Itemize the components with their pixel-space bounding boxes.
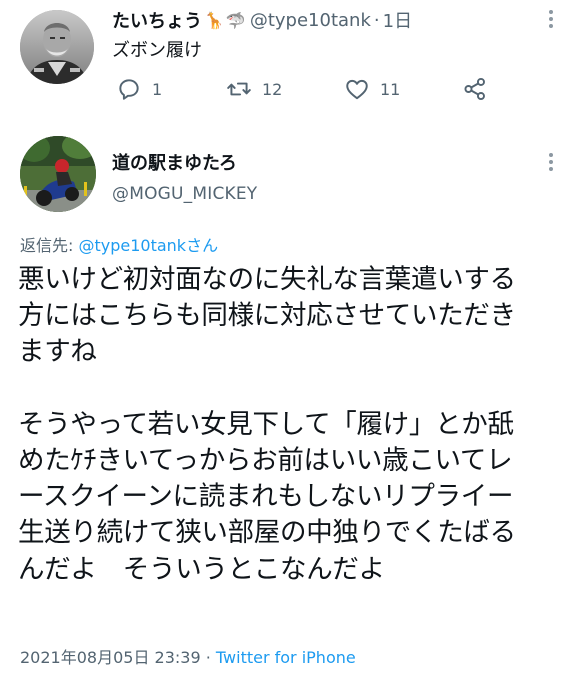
reply-icon bbox=[119, 79, 139, 100]
share-button[interactable] bbox=[462, 74, 488, 104]
tweet-source-link[interactable]: Twitter for iPhone bbox=[216, 648, 356, 667]
retweet-count: 12 bbox=[262, 79, 283, 99]
tweet-text: 悪いけど初対面なのに失礼な言葉遣いする 方にはこちらも同様に対応させていただき … bbox=[18, 262, 562, 588]
more-icon[interactable] bbox=[546, 6, 556, 32]
motorcycle-photo bbox=[20, 136, 96, 212]
like-button[interactable]: 11 bbox=[344, 74, 400, 104]
tweet-text-line: ースクイーンに読まれもしないリプライー bbox=[18, 481, 514, 513]
shark-emoji: 🦈 bbox=[225, 10, 246, 30]
retweet-icon bbox=[227, 82, 251, 96]
portrait-image bbox=[20, 10, 94, 84]
tweet-text-line bbox=[18, 371, 562, 407]
reply-button[interactable]: 1 bbox=[116, 74, 162, 104]
author-handle[interactable]: @MOGU_MICKEY bbox=[112, 184, 257, 204]
header-separator: · bbox=[373, 9, 380, 31]
replying-to: 返信先: @type10tankさん bbox=[20, 232, 218, 256]
share-icon bbox=[464, 77, 485, 101]
action-bar: 1 12 11 bbox=[112, 74, 532, 104]
tweet-text-line: そうやって若い女見下して「履け」とか舐 bbox=[18, 408, 514, 440]
author-display-name[interactable]: 道の駅まゆたろ bbox=[112, 149, 237, 175]
tweet-text-line: ますね bbox=[18, 336, 97, 368]
replying-handle-link[interactable]: @type10tankさん bbox=[78, 236, 218, 255]
parent-tweet[interactable]: たいちょう 🦒 🦈 @type10tank · 1日 ズボン履け 1 12 11 bbox=[0, 0, 580, 120]
parent-timestamp[interactable]: 1日 bbox=[383, 7, 412, 33]
tweet-text-line: 悪いけど初対面なのに失礼な言葉遣いする bbox=[18, 264, 516, 295]
tweet-text-line: 生送り続けて狭い部屋の中独りでくたばる bbox=[18, 517, 516, 549]
tweet-meta: 2021年08月05日 23:39 · Twitter for iPhone bbox=[20, 644, 356, 668]
parent-display-name[interactable]: たいちょう bbox=[112, 7, 202, 33]
reply-count: 1 bbox=[152, 79, 163, 99]
tweet-text-line: んだよ そういうとこなんだよ bbox=[18, 553, 385, 585]
more-icon[interactable] bbox=[546, 149, 556, 175]
author-avatar[interactable] bbox=[20, 136, 96, 212]
giraffe-emoji: 🦒 bbox=[204, 10, 224, 30]
retweet-button[interactable]: 12 bbox=[226, 74, 282, 104]
tweet-timestamp[interactable]: 2021年08月05日 23:39 bbox=[20, 648, 201, 667]
parent-header: たいちょう 🦒 🦈 @type10tank · 1日 bbox=[112, 7, 412, 33]
parent-handle[interactable]: @type10tank bbox=[250, 10, 371, 31]
like-icon bbox=[346, 79, 368, 100]
like-count: 11 bbox=[380, 79, 401, 99]
parent-avatar[interactable] bbox=[20, 10, 94, 84]
tweet-text-line: めたｹﾁきいてっからお前はいい歳こいてレ bbox=[18, 444, 513, 476]
parent-tweet-text: ズボン履け bbox=[112, 40, 202, 61]
meta-separator: · bbox=[200, 648, 216, 667]
replying-label: 返信先: bbox=[20, 236, 79, 255]
tweet-text-line: 方にはこちらも同様に対応させていただき bbox=[18, 300, 516, 332]
